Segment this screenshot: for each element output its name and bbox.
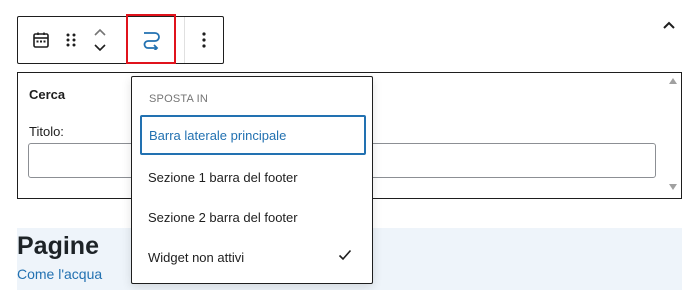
menu-item-label: Sezione 2 barra del footer (148, 209, 298, 225)
toolbar-divider (184, 17, 185, 63)
widget-title: Cerca (29, 87, 66, 102)
menu-item-sezione-2-footer[interactable]: Sezione 2 barra del footer (140, 197, 366, 237)
move-to-icon (143, 32, 160, 50)
page-link[interactable]: Come l'acqua (17, 266, 102, 282)
dropdown-heading: SPOSTA IN (149, 93, 209, 105)
widget-editor: Cerca Titolo: Pagine Come l'acqua SPOSTA… (0, 0, 699, 290)
title-field-label: Titolo: (29, 124, 64, 139)
chevron-up-icon (663, 21, 675, 29)
drag-handle-button[interactable] (58, 17, 84, 63)
move-to-widget-area-button[interactable] (126, 14, 176, 64)
pages-title: Pagine (17, 232, 99, 260)
block-type-button[interactable] (24, 17, 58, 63)
block-mover (88, 17, 112, 63)
more-options-button[interactable] (186, 17, 222, 63)
scroll-down-arrow-icon[interactable] (669, 184, 677, 190)
checkmark-icon (338, 249, 352, 261)
menu-item-label: Sezione 1 barra del footer (148, 169, 298, 185)
menu-item-sezione-1-footer[interactable]: Sezione 1 barra del footer (140, 157, 366, 197)
menu-item-label: Widget non attivi (148, 249, 245, 265)
menu-item-barra-laterale-principale[interactable]: Barra laterale principale (140, 115, 366, 155)
scroll-up-arrow-icon[interactable] (669, 78, 677, 84)
move-to-dropdown: SPOSTA IN Barra laterale principale Sezi… (131, 76, 373, 284)
menu-item-widget-non-attivi[interactable]: Widget non attivi (140, 237, 366, 277)
chevron-up-icon[interactable] (93, 27, 107, 37)
calendar-icon (33, 32, 49, 48)
block-toolbar (17, 14, 224, 64)
chevron-down-icon[interactable] (93, 43, 107, 53)
drag-handle-icon (66, 33, 76, 47)
collapse-panel-button[interactable] (656, 12, 682, 38)
more-vertical-icon (202, 32, 206, 48)
menu-item-label: Barra laterale principale (149, 127, 287, 143)
